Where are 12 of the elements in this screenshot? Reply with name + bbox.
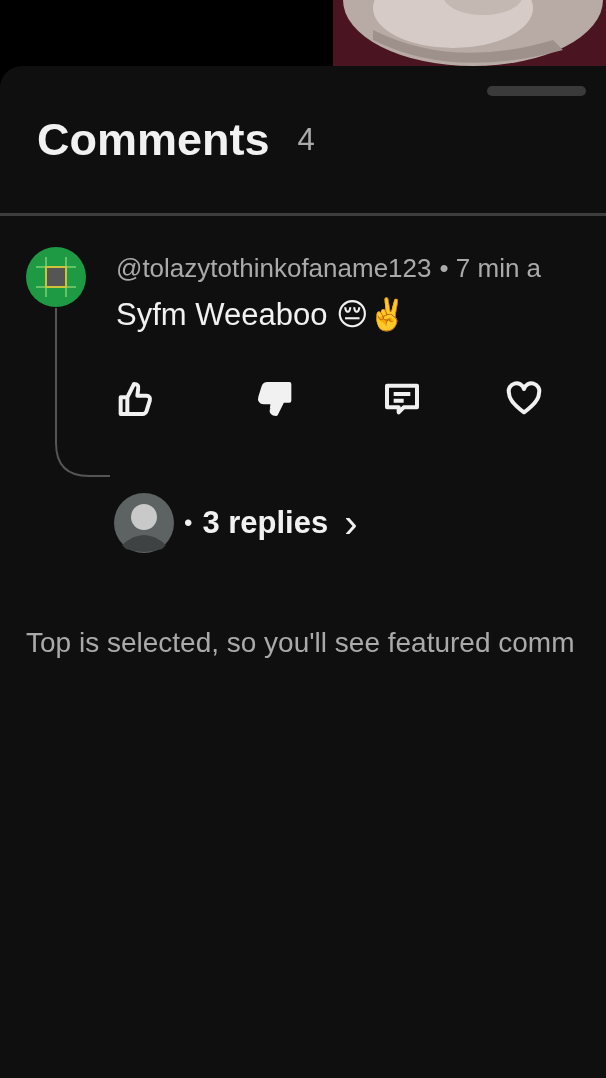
avatar[interactable] <box>26 247 86 307</box>
chevron-icon: › <box>344 503 358 543</box>
comments-title: Comments <box>37 113 270 166</box>
comment-count: 4 <box>297 121 315 158</box>
comment-time: • 7 min a <box>439 253 542 284</box>
avatar <box>114 493 174 553</box>
sort-notice: Top is selected, so you'll see featured comm <box>25 626 576 659</box>
comment-text: Syfm Weeaboo 😔✌ <box>116 296 409 333</box>
separator-dot: • <box>184 509 193 537</box>
replies-button[interactable]: 3 replies <box>202 505 329 541</box>
drag-handle[interactable] <box>487 86 586 96</box>
comment-author[interactable]: @tolazytothinkofaname123 <box>116 253 432 284</box>
